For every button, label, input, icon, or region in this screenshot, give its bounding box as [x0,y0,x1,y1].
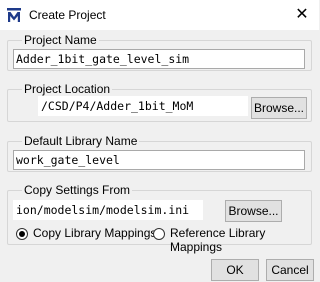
copy-settings-browse-button[interactable]: Browse... [225,200,282,222]
close-button[interactable]: ✕ [290,4,314,26]
default-library-group: Default Library Name work_gate_level [7,134,312,172]
copy-settings-label: Copy Settings From [22,183,133,197]
project-name-group: Project Name Adder_1bit_gate_level_sim [7,33,312,71]
project-location-input[interactable]: /CSD/P4/Adder_1bit_MoM [38,96,248,116]
project-name-input[interactable]: Adder_1bit_gate_level_sim [13,49,305,69]
default-library-input[interactable]: work_gate_level [13,150,305,170]
copy-settings-input[interactable]: ion/modelsim/modelsim.ini [13,200,203,220]
copy-settings-group: Copy Settings From ion/modelsim/modelsim… [7,183,312,254]
default-library-label: Default Library Name [22,134,140,148]
project-location-browse-button[interactable]: Browse... [251,97,307,119]
window-title: Create Project [29,8,106,22]
reference-library-mappings-radio[interactable] [153,228,165,240]
project-name-label: Project Name [22,33,99,47]
copy-library-mappings-label[interactable]: Copy Library Mappings [33,226,156,240]
cancel-button[interactable]: Cancel [266,259,314,281]
close-icon: ✕ [295,6,309,23]
copy-library-mappings-radio[interactable] [16,228,28,240]
project-location-label: Project Location [22,82,113,96]
reference-library-mappings-label[interactable]: Reference Library Mappings [170,226,311,254]
ok-button[interactable]: OK [211,259,259,281]
radio-selected-dot [19,231,25,237]
project-location-group: Project Location /CSD/P4/Adder_1bit_MoM … [7,82,312,122]
title-bar: Create Project ✕ [0,0,319,30]
modelsim-logo-icon [7,8,21,22]
